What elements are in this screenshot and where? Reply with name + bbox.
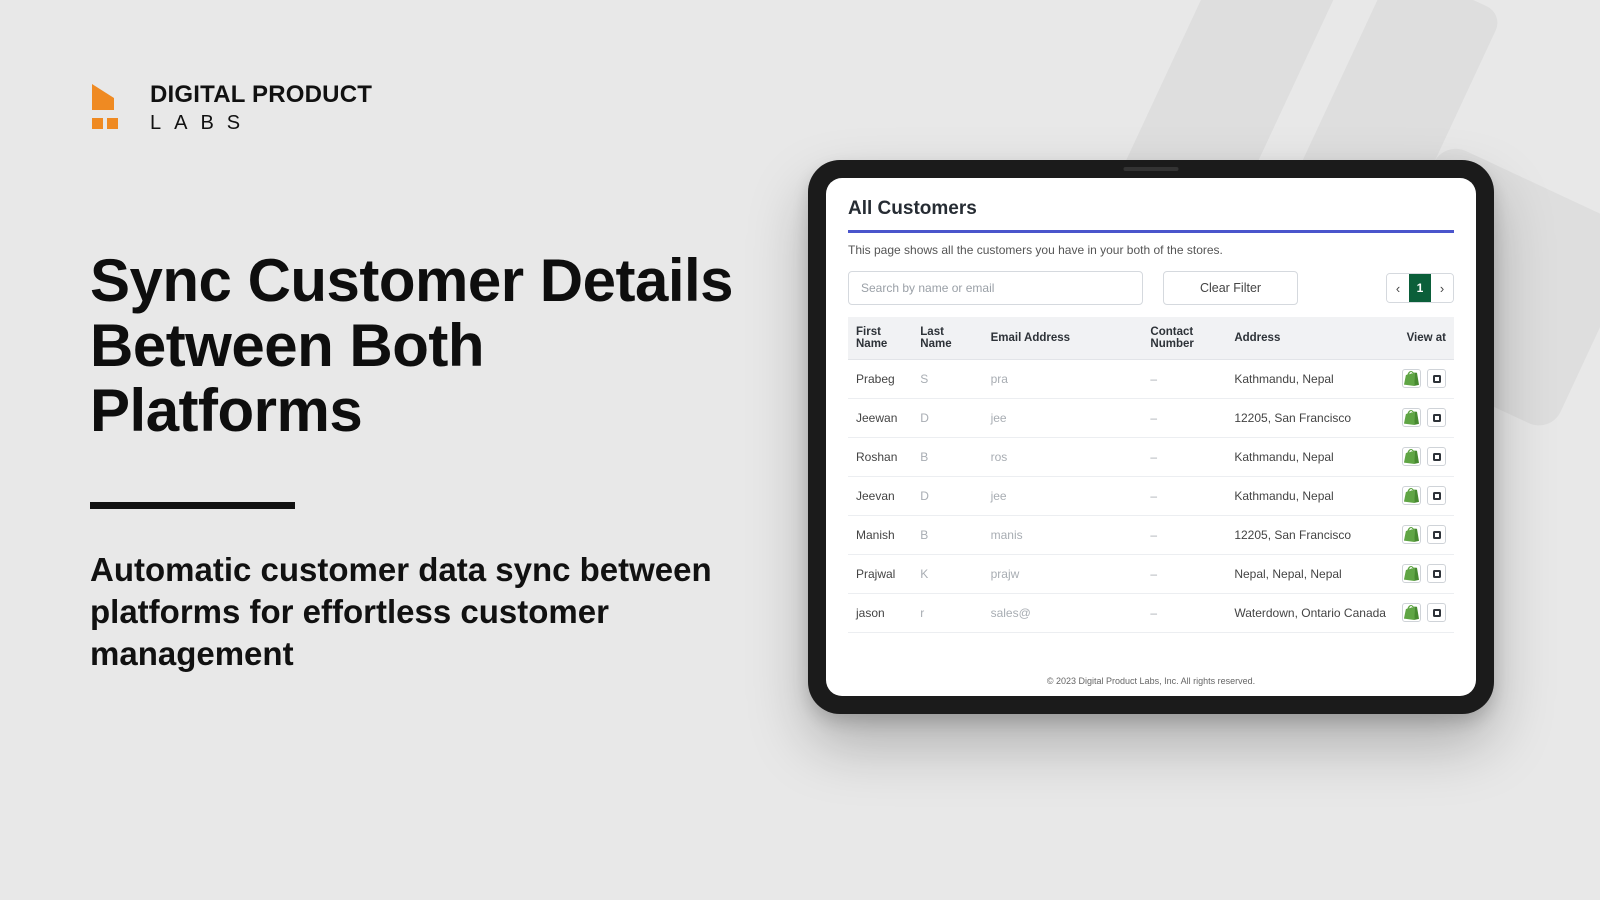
view-shopify-button[interactable] [1402, 603, 1421, 622]
col-email: Email Address [983, 317, 1143, 360]
customers-table: First Name Last Name Email Address Conta… [848, 317, 1454, 633]
pager-next-button[interactable]: › [1431, 274, 1453, 302]
view-square-button[interactable] [1427, 447, 1446, 466]
view-shopify-button[interactable] [1402, 408, 1421, 427]
panel-title: All Customers [848, 198, 1454, 220]
cell-first-name: Jeewan [848, 399, 912, 438]
cell-email: manis [983, 516, 1143, 555]
tablet-device-frame: All Customers This page shows all the cu… [808, 160, 1494, 714]
col-contact: Contact Number [1142, 317, 1226, 360]
cell-address: Kathmandu, Nepal [1226, 438, 1394, 477]
cell-last-name: S [912, 360, 982, 399]
panel-description: This page shows all the customers you ha… [848, 243, 1454, 257]
cell-view-at [1394, 477, 1454, 516]
cell-email: jee [983, 477, 1143, 516]
col-first-name: First Name [848, 317, 912, 360]
view-square-button[interactable] [1427, 603, 1446, 622]
cell-first-name: Jeevan [848, 477, 912, 516]
cell-contact: – [1142, 516, 1226, 555]
cell-email: jee [983, 399, 1143, 438]
cell-view-at [1394, 555, 1454, 594]
view-square-button[interactable] [1427, 408, 1446, 427]
cell-contact: – [1142, 399, 1226, 438]
panel-underline [848, 230, 1454, 233]
cell-address: Nepal, Nepal, Nepal [1226, 555, 1394, 594]
cell-last-name: D [912, 477, 982, 516]
cell-email: prajw [983, 555, 1143, 594]
page-subheadline: Automatic customer data sync between pla… [90, 549, 750, 676]
col-last-name: Last Name [912, 317, 982, 360]
table-row: RoshanBros–Kathmandu, Nepal [848, 438, 1454, 477]
table-row: ManishBmanis–12205, San Francisco [848, 516, 1454, 555]
cell-last-name: D [912, 399, 982, 438]
table-row: jasonrsales@–Waterdown, Ontario Canada [848, 594, 1454, 633]
view-square-button[interactable] [1427, 369, 1446, 388]
cell-email: ros [983, 438, 1143, 477]
cell-last-name: r [912, 594, 982, 633]
table-row: PrabegSpra–Kathmandu, Nepal [848, 360, 1454, 399]
view-shopify-button[interactable] [1402, 525, 1421, 544]
cell-contact: – [1142, 360, 1226, 399]
table-row: JeevanDjee–Kathmandu, Nepal [848, 477, 1454, 516]
view-square-button[interactable] [1427, 564, 1446, 583]
cell-view-at [1394, 438, 1454, 477]
divider [90, 502, 295, 509]
cell-contact: – [1142, 594, 1226, 633]
cell-view-at [1394, 516, 1454, 555]
cell-contact: – [1142, 438, 1226, 477]
cell-email: sales@ [983, 594, 1143, 633]
search-input[interactable] [848, 271, 1143, 305]
view-square-button[interactable] [1427, 486, 1446, 505]
brand-name: DIGITAL PRODUCT LABS [150, 82, 372, 134]
brand-line-1: DIGITAL PRODUCT [150, 82, 372, 109]
table-row: JeewanDjee–12205, San Francisco [848, 399, 1454, 438]
cell-view-at [1394, 399, 1454, 438]
cell-first-name: jason [848, 594, 912, 633]
pager-current-page: 1 [1409, 274, 1431, 302]
col-view-at: View at [1394, 317, 1454, 360]
brand-logo: DIGITAL PRODUCT LABS [90, 82, 750, 134]
cell-email: pra [983, 360, 1143, 399]
headline-line-1: Sync Customer Details [90, 247, 733, 314]
cell-address: 12205, San Francisco [1226, 399, 1394, 438]
cell-last-name: B [912, 438, 982, 477]
device-speaker [1124, 167, 1179, 171]
cell-first-name: Roshan [848, 438, 912, 477]
cell-first-name: Prabeg [848, 360, 912, 399]
app-footer: © 2023 Digital Product Labs, Inc. All ri… [826, 669, 1476, 696]
view-shopify-button[interactable] [1402, 486, 1421, 505]
cell-first-name: Prajwal [848, 555, 912, 594]
cell-address: 12205, San Francisco [1226, 516, 1394, 555]
cell-first-name: Manish [848, 516, 912, 555]
pagination: ‹ 1 › [1386, 273, 1454, 303]
clear-filter-button[interactable]: Clear Filter [1163, 271, 1298, 305]
table-row: PrajwalKprajw–Nepal, Nepal, Nepal [848, 555, 1454, 594]
cell-last-name: K [912, 555, 982, 594]
cell-last-name: B [912, 516, 982, 555]
col-address: Address [1226, 317, 1394, 360]
pager-prev-button[interactable]: ‹ [1387, 274, 1409, 302]
cell-view-at [1394, 594, 1454, 633]
headline-line-2: Between Both Platforms [90, 312, 484, 444]
cell-address: Kathmandu, Nepal [1226, 360, 1394, 399]
cell-contact: – [1142, 555, 1226, 594]
app-screen: All Customers This page shows all the cu… [826, 178, 1476, 696]
cell-address: Kathmandu, Nepal [1226, 477, 1394, 516]
view-shopify-button[interactable] [1402, 369, 1421, 388]
logo-mark-icon [90, 84, 130, 132]
view-shopify-button[interactable] [1402, 564, 1421, 583]
cell-address: Waterdown, Ontario Canada [1226, 594, 1394, 633]
page-headline: Sync Customer Details Between Both Platf… [90, 249, 750, 443]
view-square-button[interactable] [1427, 525, 1446, 544]
cell-view-at [1394, 360, 1454, 399]
cell-contact: – [1142, 477, 1226, 516]
brand-line-2: LABS [150, 112, 372, 134]
view-shopify-button[interactable] [1402, 447, 1421, 466]
